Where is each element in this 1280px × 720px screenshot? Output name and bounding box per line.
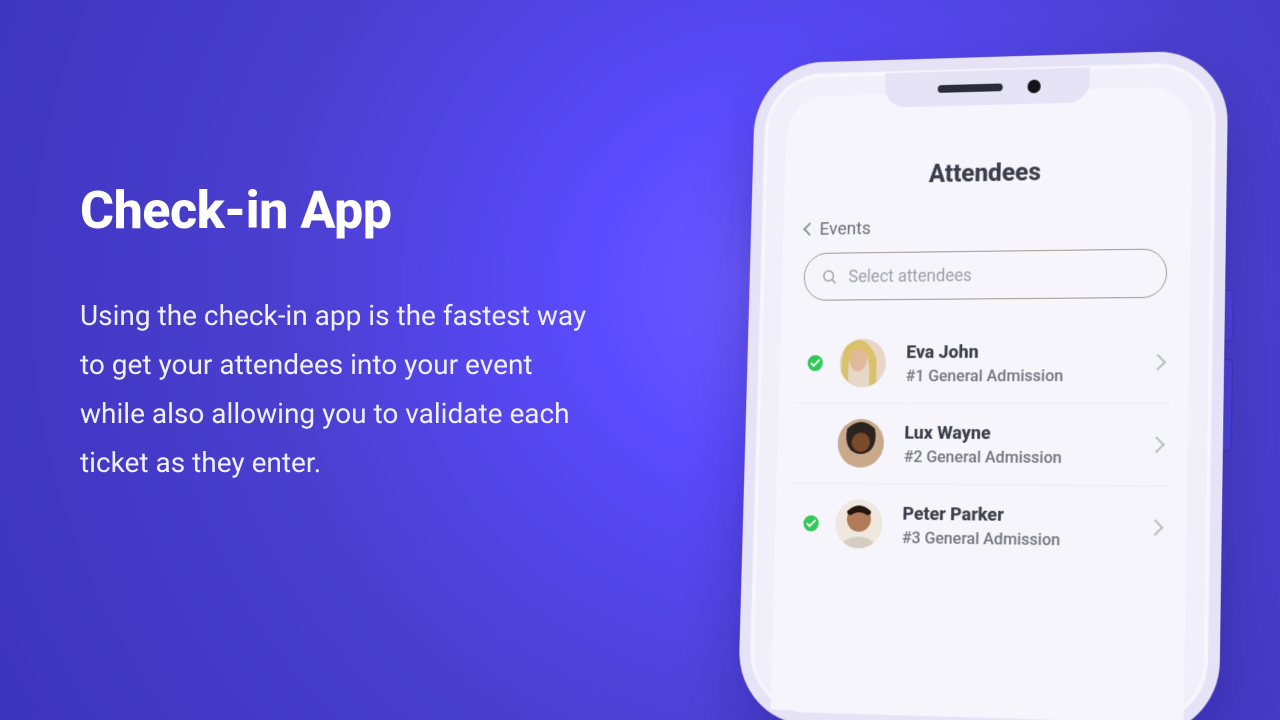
attendee-name: Eva John: [906, 339, 1127, 362]
attendee-row[interactable]: Eva John #1 General Admission: [795, 322, 1172, 403]
chevron-right-icon: [1148, 436, 1164, 453]
chevron-left-icon: [803, 222, 816, 235]
marketing-body: Using the check-in app is the fastest wa…: [80, 291, 600, 487]
marketing-copy: Check-in App Using the check-in app is t…: [80, 180, 600, 487]
screen-title: Attendees: [784, 155, 1192, 192]
chevron-right-icon: [1147, 519, 1164, 536]
check-circle-icon: [806, 353, 825, 372]
search-input[interactable]: Select attendees: [803, 248, 1167, 300]
attendee-meta: Eva John #1 General Admission: [906, 339, 1128, 386]
phone-mockup: Attendees Events Select attendees: [750, 64, 1214, 720]
back-button[interactable]: Events: [783, 212, 1191, 254]
attendee-meta: Peter Parker #3 General Admission: [902, 501, 1125, 550]
phone-side-button: [1222, 290, 1232, 340]
search-placeholder: Select attendees: [848, 265, 972, 287]
search-icon: [821, 268, 838, 285]
avatar: [835, 499, 882, 548]
phone-notch: [885, 67, 1091, 107]
attendee-row[interactable]: Peter Parker #3 General Admission: [791, 482, 1170, 568]
attendee-ticket: #3 General Admission: [902, 528, 1124, 551]
phone-side-button: [1221, 360, 1232, 450]
back-label: Events: [819, 217, 871, 240]
attendee-meta: Lux Wayne #2 General Admission: [904, 421, 1126, 468]
chevron-right-icon: [1150, 354, 1166, 371]
promo-stage: Check-in App Using the check-in app is t…: [0, 0, 1280, 720]
check-circle-icon: [802, 514, 821, 534]
avatar: [839, 339, 886, 387]
attendee-name: Peter Parker: [902, 501, 1124, 526]
attendee-row[interactable]: Lux Wayne #2 General Admission: [793, 402, 1171, 485]
attendee-ticket: #1 General Admission: [906, 366, 1127, 386]
marketing-title: Check-in App: [80, 180, 600, 241]
phone-screen: Attendees Events Select attendees: [771, 86, 1194, 720]
attendee-ticket: #2 General Admission: [904, 447, 1126, 468]
phone-body: Attendees Events Select attendees: [750, 64, 1214, 720]
attendee-name: Lux Wayne: [904, 421, 1126, 444]
attendee-list: Eva John #1 General Admission: [774, 321, 1189, 569]
avatar: [837, 419, 884, 468]
